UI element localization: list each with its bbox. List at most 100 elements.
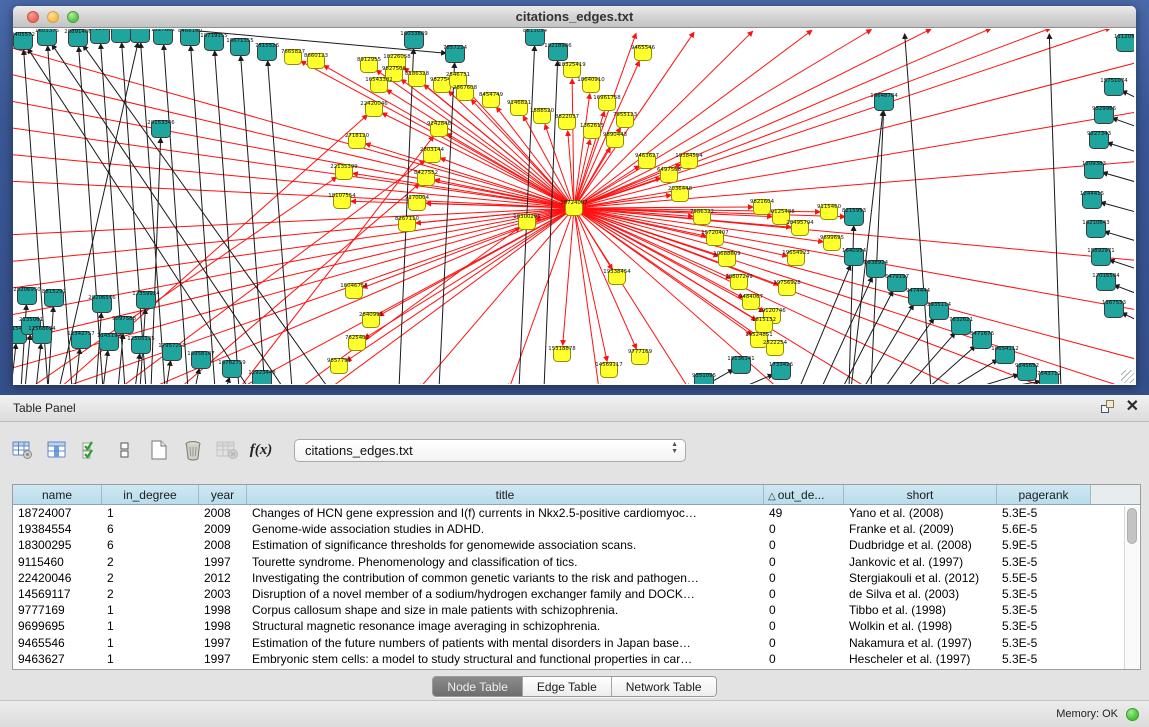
- selected-citation-node[interactable]: 9857791: [327, 358, 351, 374]
- cell-title[interactable]: Structural magnetic resonance image aver…: [247, 618, 764, 634]
- table-row[interactable]: 1830029562008Estimation of significance …: [13, 537, 1140, 553]
- cell-out_de[interactable]: 0: [764, 602, 844, 618]
- cell-pagerank[interactable]: 5.6E-5: [997, 521, 1091, 537]
- selected-citation-edge[interactable]: [13, 46, 574, 208]
- citation-node[interactable]: 2935114: [927, 302, 952, 320]
- citation-node[interactable]: 16671355: [226, 38, 253, 56]
- selected-citation-edge[interactable]: [574, 208, 607, 361]
- cell-year[interactable]: 1998: [199, 618, 247, 634]
- citation-edge[interactable]: [1108, 143, 1134, 154]
- cell-name[interactable]: 18724007: [13, 505, 102, 521]
- citation-edge[interactable]: [226, 378, 229, 384]
- selected-citation-edge[interactable]: [574, 207, 753, 208]
- selected-citation-node[interactable]: 1362615: [580, 123, 604, 139]
- trash-icon[interactable]: [178, 435, 208, 465]
- selected-citation-node[interactable]: 16543382: [365, 77, 392, 93]
- selected-citation-node[interactable]: 18325419: [558, 62, 586, 78]
- citation-node[interactable]: 16210643: [1082, 220, 1109, 238]
- citation-edge[interactable]: [1049, 34, 1061, 384]
- selected-citation-node[interactable]: 9146821: [507, 100, 531, 116]
- selected-citation-node[interactable]: 7665827: [281, 49, 305, 65]
- cell-year[interactable]: 1997: [199, 651, 247, 667]
- cell-out_de[interactable]: 0: [764, 537, 844, 553]
- cell-in_degree[interactable]: 2: [102, 586, 199, 602]
- citation-node[interactable]: 1733426: [769, 362, 794, 380]
- citation-node[interactable]: 1527602: [151, 29, 175, 45]
- column-header-pagerank[interactable]: pagerank: [997, 485, 1091, 504]
- citation-node[interactable]: 8815297: [42, 289, 66, 307]
- citation-node[interactable]: 1244415: [1080, 191, 1104, 209]
- cell-title[interactable]: Investigating the contribution of common…: [247, 570, 764, 586]
- tab-node-table[interactable]: Node Table: [433, 677, 523, 696]
- table-row[interactable]: 1938455462009Genome-wide association stu…: [13, 521, 1140, 537]
- citation-edge[interactable]: [36, 344, 41, 384]
- table-row[interactable]: 1872400712008Changes of HCN gene express…: [13, 505, 1140, 521]
- citation-edge[interactable]: [950, 360, 997, 384]
- cell-name[interactable]: 18300295: [13, 537, 102, 553]
- citation-node[interactable]: 8466160: [178, 29, 203, 46]
- cell-out_de[interactable]: 0: [764, 586, 844, 602]
- cell-in_degree[interactable]: 2: [102, 554, 199, 570]
- selected-citation-node[interactable]: 18107554: [328, 193, 356, 209]
- selected-citation-edge[interactable]: [13, 208, 574, 370]
- float-window-icon[interactable]: [1100, 399, 1116, 415]
- table-row[interactable]: 946554611997Estimation of the future num…: [13, 635, 1140, 651]
- cell-pagerank[interactable]: 5.3E-5: [997, 618, 1091, 634]
- citation-node[interactable]: 10654112: [991, 346, 1018, 364]
- citation-node[interactable]: 16958107: [187, 351, 214, 369]
- citation-edge[interactable]: [871, 111, 884, 384]
- citation-node[interactable]: 7543712: [1037, 371, 1061, 384]
- citation-node[interactable]: 1167533: [1102, 300, 1126, 318]
- cell-in_degree[interactable]: 1: [102, 651, 199, 667]
- cell-pagerank[interactable]: 5.5E-5: [997, 570, 1091, 586]
- citation-edge[interactable]: [241, 56, 265, 384]
- column-header-year[interactable]: year: [199, 485, 247, 504]
- selected-citation-node[interactable]: 2803144: [420, 147, 445, 163]
- cell-year[interactable]: 2008: [199, 537, 247, 553]
- cell-short[interactable]: Franke et al. (2009): [844, 521, 997, 537]
- cell-in_degree[interactable]: 6: [102, 521, 199, 537]
- citation-node[interactable]: 9097588: [112, 316, 137, 334]
- cell-year[interactable]: 2008: [199, 505, 247, 521]
- cell-name[interactable]: 19384554: [13, 521, 102, 537]
- rows-icon[interactable]: [110, 435, 140, 465]
- cell-out_de[interactable]: 0: [764, 651, 844, 667]
- citation-edge[interactable]: [135, 354, 140, 384]
- citation-node[interactable]: 10719155: [200, 33, 227, 51]
- citation-node[interactable]: 12923448: [248, 370, 276, 384]
- column-header-short[interactable]: short: [844, 485, 997, 504]
- cell-year[interactable]: 2003: [199, 586, 247, 602]
- network-canvas[interactable]: 1872400776658278660123891295518226058982…: [13, 29, 1134, 384]
- cell-title[interactable]: Tourette syndrome. Phenomenology and cla…: [247, 554, 764, 570]
- cell-title[interactable]: Genome-wide association studies in ADHD.: [247, 521, 764, 537]
- cell-out_de[interactable]: 0: [764, 570, 844, 586]
- selected-citation-node[interactable]: 16961758: [593, 95, 621, 111]
- citation-node[interactable]: 16648784: [870, 93, 898, 111]
- cell-short[interactable]: Wolkin et al. (1998): [844, 618, 997, 634]
- selected-citation-node[interactable]: 7625402: [345, 335, 369, 351]
- selected-citation-edge[interactable]: [563, 208, 574, 345]
- selected-citation-node[interactable]: 2036448: [668, 186, 693, 202]
- selected-citation-node[interactable]: 7955123: [613, 112, 637, 128]
- cell-title[interactable]: Estimation of significance thresholds fo…: [247, 537, 764, 553]
- cell-out_de[interactable]: 0: [764, 521, 844, 537]
- citation-node[interactable]: 9227343: [1087, 131, 1111, 149]
- selected-citation-node[interactable]: 9115460: [817, 204, 842, 220]
- cell-pagerank[interactable]: 5.3E-5: [997, 602, 1091, 618]
- cell-out_de[interactable]: 0: [764, 618, 844, 634]
- column-header-in_degree[interactable]: in_degree: [102, 485, 199, 504]
- selected-citation-node[interactable]: 16046758: [340, 283, 368, 299]
- selected-citation-edge[interactable]: [179, 184, 419, 384]
- selected-citation-node[interactable]: 10688609: [713, 251, 741, 267]
- selected-citation-node[interactable]: 9890443: [603, 132, 627, 148]
- cell-name[interactable]: 9115460: [13, 554, 102, 570]
- cell-year[interactable]: 2012: [199, 570, 247, 586]
- column-header-title[interactable]: title: [247, 485, 764, 504]
- cell-pagerank[interactable]: 5.3E-5: [997, 651, 1091, 667]
- selected-citation-node[interactable]: 2718120: [345, 133, 370, 149]
- cell-name[interactable]: 9465546: [13, 635, 102, 651]
- selected-citation-node[interactable]: 7986322: [690, 209, 714, 225]
- citation-edge[interactable]: [164, 45, 188, 384]
- table-row[interactable]: 946362711997Embryonic stem cells: a mode…: [13, 651, 1140, 667]
- cell-out_de[interactable]: 0: [764, 554, 844, 570]
